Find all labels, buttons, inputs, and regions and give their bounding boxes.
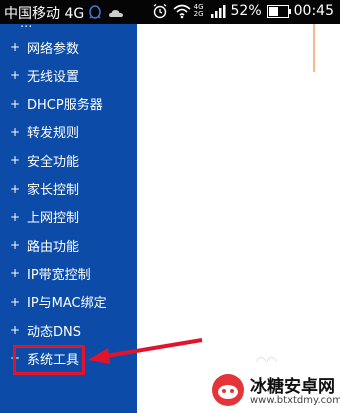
plus-icon: +: [10, 238, 21, 253]
sidebar-item-label: 动态DNS: [27, 324, 81, 340]
sidebar-item[interactable]: + 无线设置: [10, 65, 79, 85]
watermark: 冰糖安卓网 www.btxtdmy.com: [206, 368, 340, 413]
sidebar-item-label: DHCP服务器: [27, 98, 103, 114]
battery-percent: 52%: [230, 3, 262, 19]
sidebar-item[interactable]: + 家长控制: [10, 179, 79, 199]
cloud-icon: [108, 5, 124, 21]
plus-icon: +: [10, 96, 21, 111]
sidebar-item[interactable]: + IP与MAC绑定: [10, 292, 107, 312]
sidebar-item-label: 网络参数: [27, 41, 80, 57]
sidebar-item-label: 路由功能: [27, 239, 80, 255]
sidebar-item[interactable]: + DHCP服务器: [10, 94, 103, 114]
sidebar-item[interactable]: + 动态DNS: [10, 320, 81, 340]
sidebar-item-label: 安全功能: [27, 154, 80, 170]
watermark-logo-icon: [212, 374, 244, 406]
watermark-title: 冰糖安卓网: [250, 377, 335, 397]
plus-icon: +: [10, 266, 21, 281]
alarm-icon: [152, 3, 168, 19]
network-type-label: 4G 2G: [193, 3, 204, 18]
status-bar: 中国移动 4G 4G 2G 52% 00:45: [0, 0, 340, 24]
signal-icon: [210, 3, 226, 19]
wifi-icon: [173, 3, 191, 19]
plus-icon: +: [10, 209, 21, 224]
watermark-url: www.btxtdmy.com: [250, 395, 340, 406]
faint-mark: ◠◠: [256, 354, 277, 368]
content-divider: [313, 24, 315, 72]
qq-icon: [88, 5, 104, 21]
plus-icon: +: [10, 124, 21, 139]
sidebar-item-label: IP与MAC绑定: [27, 296, 107, 312]
clock: 00:45: [293, 3, 334, 19]
carrier-label: 中国移动 4G: [4, 6, 85, 22]
partial-menu-item[interactable]: ...: [20, 16, 32, 31]
battery-icon: [266, 4, 291, 18]
sidebar-item[interactable]: + 上网控制: [10, 207, 79, 227]
plus-icon: +: [10, 153, 21, 168]
sidebar-item[interactable]: + 安全功能: [10, 150, 79, 170]
plus-icon: +: [10, 323, 21, 337]
annotation-arrow: [88, 338, 203, 364]
sidebar-item-label: 上网控制: [27, 211, 80, 227]
sidebar-item[interactable]: + 路由功能: [10, 235, 79, 255]
plus-icon: +: [10, 181, 21, 196]
sidebar-item-label: 无线设置: [27, 69, 80, 85]
plus-icon: +: [10, 68, 21, 83]
sidebar-item[interactable]: + 网络参数: [10, 37, 79, 57]
sidebar-item-label: 家长控制: [27, 183, 80, 198]
plus-icon: +: [10, 40, 21, 54]
plus-icon: +: [10, 294, 21, 309]
highlight-box: [13, 345, 85, 375]
sidebar-item[interactable]: + 转发规则: [10, 122, 79, 142]
sidebar-item[interactable]: + IP带宽控制: [10, 263, 91, 283]
sidebar-item-label: IP带宽控制: [27, 267, 91, 283]
sidebar-item-label: 转发规则: [27, 126, 80, 142]
